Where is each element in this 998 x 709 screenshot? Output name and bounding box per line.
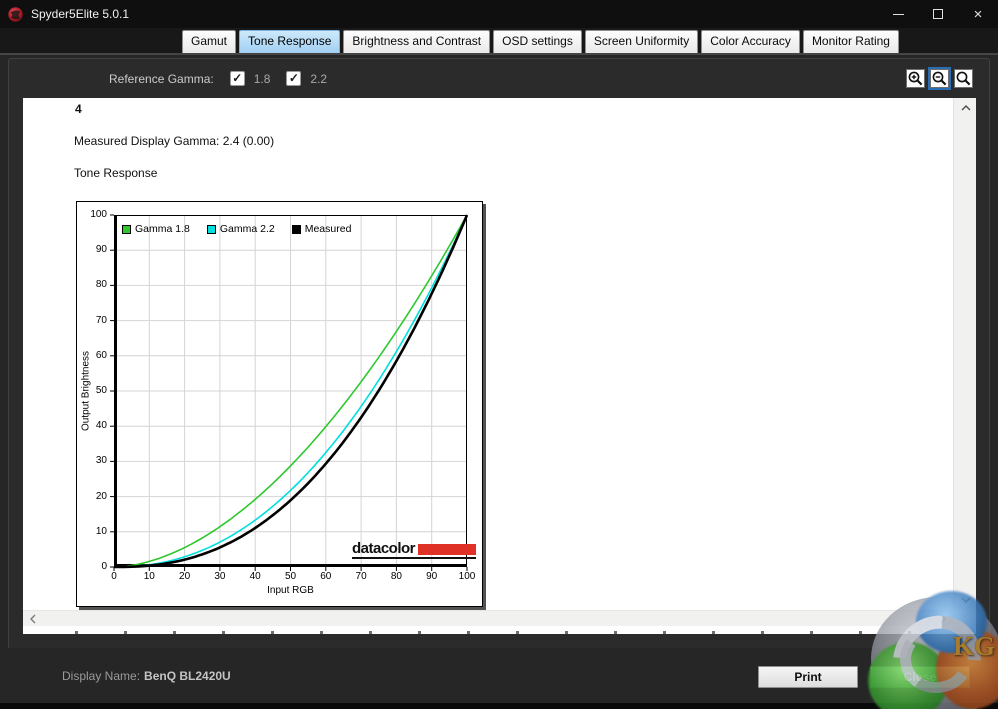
x-tick-label: 90	[426, 571, 438, 582]
legend-label: Measured	[304, 223, 352, 235]
tab-tone-response[interactable]: Tone Response	[239, 30, 341, 53]
minimize-button[interactable]	[878, 0, 918, 28]
scroll-right-button[interactable]	[935, 611, 951, 627]
y-tick-label: 70	[95, 314, 107, 326]
chart-legend: Gamma 1.8 Gamma 2.2 Measured	[122, 223, 351, 235]
x-tick-label: 80	[390, 571, 402, 582]
tab-gamut[interactable]: Gamut	[182, 30, 237, 53]
legend-swatch	[206, 224, 216, 234]
zoom-reset-icon	[956, 71, 971, 86]
x-axis-title: Input RGB	[267, 585, 314, 596]
x-tick-label: 60	[320, 571, 332, 582]
reference-gamma-options: ✓ 1.8 ✓ 2.2	[214, 71, 327, 86]
zoom-in-button[interactable]	[906, 69, 925, 88]
close-window-button[interactable]: ×	[958, 0, 998, 28]
tab-bar: Gamut Tone Response Brightness and Contras…	[0, 28, 998, 53]
reference-gamma-label: Reference Gamma:	[109, 71, 214, 86]
spyder-logo-icon	[8, 6, 23, 22]
scroll-up-button[interactable]	[954, 100, 977, 116]
datacolor-logo: datacolor	[352, 540, 477, 559]
y-tick-label: 100	[90, 209, 107, 220]
y-tick-label: 60	[95, 349, 107, 361]
legend-label: Gamma 1.8	[135, 223, 190, 235]
checkbox-gamma-1.8[interactable]: ✓	[229, 71, 245, 86]
tab-screen-uniformity[interactable]: Screen Uniformity	[584, 30, 699, 53]
vertical-scrollbar[interactable]	[953, 98, 976, 610]
horizontal-scrollbar[interactable]	[23, 610, 953, 626]
y-tick-label: 10	[95, 525, 107, 537]
tone-response-plot	[110, 214, 469, 571]
datacolor-logo-bar	[418, 544, 477, 555]
reference-gamma-toolbar: Reference Gamma: ✓ 1.8 ✓ 2.2	[9, 59, 989, 98]
footer-bar: Display Name: BenQ BL2420U Print Close	[0, 648, 998, 709]
datacolor-logo-text: datacolor	[352, 540, 416, 557]
x-tick-label: 40	[249, 571, 261, 582]
legend-swatch	[122, 224, 131, 234]
gamma-option-label: 1.8	[253, 71, 271, 86]
tab-color-accuracy[interactable]: Color Accuracy	[701, 30, 800, 53]
x-tick-label: 0	[111, 571, 117, 582]
window-title: Spyder5Elite 5.0.1	[31, 7, 130, 21]
reference-gamma-option: ✓ 1.8	[229, 71, 271, 86]
chevron-up-icon	[961, 105, 970, 111]
app-window: Spyder5Elite 5.0.1 × Gamut Tone Response B…	[0, 0, 998, 709]
chevron-right-icon	[940, 614, 946, 624]
scroll-down-button[interactable]	[954, 592, 977, 608]
measured-gamma-text: Measured Display Gamma: 2.4 (0.00)	[74, 134, 275, 148]
display-name-value: BenQ BL2420U	[144, 669, 231, 683]
x-tick-labels: 0 10 20 30 40 50 60 70 80 90 100	[111, 571, 475, 583]
zoom-out-button[interactable]	[928, 67, 951, 90]
zoom-reset-button[interactable]	[954, 69, 973, 88]
chevron-left-icon	[30, 614, 36, 624]
window-controls: ×	[878, 0, 998, 28]
y-tick-label: 90	[95, 244, 107, 256]
close-button[interactable]: Close	[870, 666, 970, 688]
maximize-icon	[933, 9, 943, 19]
legend-label: Gamma 2.2	[219, 223, 275, 235]
tab-brightness-and-contrast[interactable]: Brightness and Contrast	[343, 30, 491, 53]
tab-osd-settings[interactable]: OSD settings	[493, 30, 582, 53]
reference-gamma-option: ✓ 2.2	[286, 71, 327, 86]
zoom-out-icon	[932, 71, 947, 86]
close-icon: ×	[973, 5, 983, 23]
maximize-button[interactable]	[918, 0, 958, 28]
report-viewport: 4 Measured Display Gamma: 2.4 (0.00) Ton…	[23, 98, 976, 634]
section-title: Tone Response	[74, 166, 158, 180]
scrollbar-corner	[953, 610, 976, 634]
tab-monitor-rating[interactable]: Monitor Rating	[802, 30, 899, 53]
title-bar: Spyder5Elite 5.0.1 ×	[0, 0, 998, 28]
main-area: Reference Gamma: ✓ 1.8 ✓ 2.2 4 Measured …	[0, 53, 998, 709]
chevron-down-icon	[961, 597, 970, 603]
window-bottom-edge	[0, 703, 998, 709]
display-name-label: Display Name:	[62, 669, 141, 683]
zoom-controls	[906, 67, 973, 90]
legend-item: Gamma 2.2	[206, 223, 275, 235]
gamma-option-label: 2.2	[310, 71, 328, 86]
clipped-content-sliver	[23, 626, 953, 634]
y-tick-label: 20	[95, 490, 107, 502]
legend-item: Gamma 1.8	[122, 223, 190, 235]
y-tick-labels: 0 10 20 30 40 50 60 70 80 90 100	[79, 209, 110, 572]
x-tick-label: 50	[284, 571, 297, 582]
minimize-icon	[892, 13, 904, 15]
x-tick-label: 70	[355, 571, 367, 582]
y-tick-label: 50	[95, 385, 107, 396]
checkbox-gamma-2.2[interactable]: ✓	[286, 71, 302, 86]
legend-swatch	[291, 224, 301, 234]
page-number: 4	[75, 102, 82, 116]
zoom-in-icon	[908, 71, 923, 86]
y-tick-label: 80	[95, 279, 107, 291]
legend-item: Measured	[291, 223, 352, 235]
y-tick-label: 40	[95, 420, 107, 432]
content-panel: Reference Gamma: ✓ 1.8 ✓ 2.2 4 Measured …	[8, 58, 990, 650]
x-tick-label: 20	[179, 571, 191, 582]
y-tick-label: 30	[95, 455, 107, 467]
x-tick-label: 30	[214, 571, 226, 582]
x-tick-label: 10	[143, 571, 155, 582]
scroll-left-button[interactable]	[25, 611, 41, 627]
tone-response-chart: Output Brightness 0 10 20 30 40 50 60 70 80 90 100…	[76, 201, 483, 607]
display-name: Display Name: BenQ BL2420U	[62, 669, 231, 683]
print-button[interactable]: Print	[758, 666, 858, 688]
x-tick-label: 100	[458, 571, 476, 582]
